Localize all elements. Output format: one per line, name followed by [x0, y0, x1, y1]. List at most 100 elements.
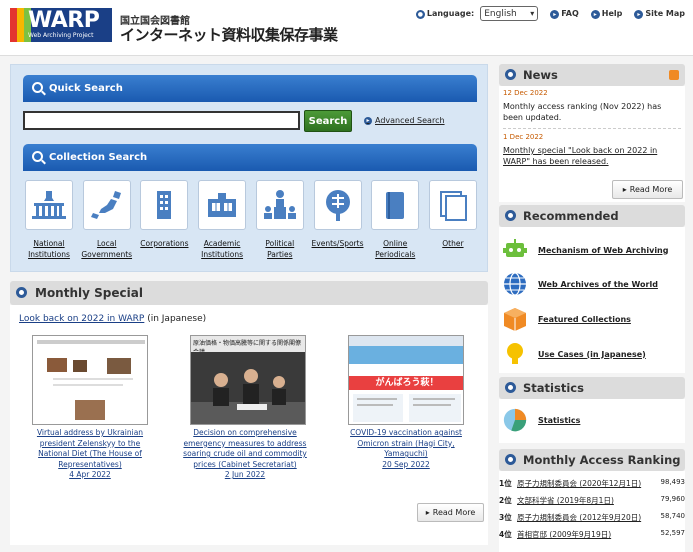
news-text: Monthly access ranking (Nov 2022) has be…	[503, 102, 662, 122]
recommended-item-world-archives[interactable]: Web Archives of the World	[502, 271, 658, 297]
collection-label[interactable]: Corporations	[140, 238, 188, 249]
quick-search-header: Quick Search	[23, 75, 477, 102]
thumbnail-heading: 原油価格・物価高騰等に関する関係閣僚会議	[191, 336, 305, 352]
special-thumbnail-2[interactable]: 原油価格・物価高騰等に関する関係閣僚会議	[190, 335, 306, 425]
quick-search-title: Quick Search	[49, 83, 123, 94]
japan-map-icon	[90, 191, 121, 219]
collection-tile[interactable]	[25, 180, 73, 230]
collection-label[interactable]: Events/Sports	[312, 238, 364, 249]
diet-address-screenshot	[33, 336, 147, 424]
recommended-body: Mechanism of Web Archiving Web Archives …	[499, 227, 685, 373]
triangle-right-icon: ▸	[622, 185, 627, 194]
ranking-row[interactable]: 3位 原子力規制委員会 (2012年9月20日) 58,740	[499, 512, 685, 524]
statistics-item[interactable]: Statistics	[502, 407, 580, 433]
ranking-title-link[interactable]: 首相官邸 (2009年9月19日)	[517, 529, 659, 541]
utility-nav: ● Language: English ▾ ▸ FAQ ▸ Help ▸ Site Ma…	[415, 6, 685, 21]
faq-link[interactable]: ▸ FAQ	[550, 9, 579, 19]
globe-small-icon: ●	[415, 9, 425, 19]
special-caption-2[interactable]: Decision on comprehensive emergency meas…	[180, 428, 310, 481]
recommended-item-mechanism[interactable]: Mechanism of Web Archiving	[502, 237, 668, 263]
collection-list: National Institutions Local Governments	[23, 180, 479, 260]
collection-local-governments[interactable]: Local Governments	[81, 180, 133, 260]
box-icon	[502, 306, 528, 332]
monthly-special-header: Monthly Special	[10, 281, 488, 305]
ranking-count: 58,740	[660, 512, 686, 520]
monthly-special-intro: Look back on 2022 in WARP (in Japanese)	[19, 314, 206, 324]
collection-events-sports[interactable]: Events/Sports	[312, 180, 364, 260]
collection-political-parties[interactable]: Political Parties	[254, 180, 306, 260]
search-button[interactable]: Search	[304, 110, 352, 132]
warp-logo[interactable]: WARP Web Archiving Project	[10, 8, 112, 42]
recommended-title: Recommended	[523, 209, 619, 223]
news-read-more-button[interactable]: ▸ Read More	[612, 180, 683, 199]
collection-label[interactable]: Online Periodicals	[369, 238, 421, 260]
globe-icon	[502, 271, 528, 297]
news-header: News	[499, 64, 685, 86]
section-bullet-icon	[505, 454, 516, 465]
collection-label[interactable]: National Institutions	[23, 238, 75, 260]
collection-label[interactable]: Political Parties	[254, 238, 306, 260]
collection-label[interactable]: Academic Institutions	[196, 238, 248, 260]
recommended-item-featured[interactable]: Featured Collections	[502, 306, 631, 332]
language-value: English	[484, 8, 517, 19]
monthly-special-read-more-button[interactable]: ▸ Read More	[417, 503, 484, 522]
recommended-label: Featured Collections	[538, 314, 631, 324]
logo-subtitle: Web Archiving Project	[28, 32, 94, 39]
caption-text: COVID-19 vaccination against Omicron str…	[350, 428, 462, 458]
special-caption-1[interactable]: Virtual address by Ukrainian president Z…	[25, 428, 155, 481]
ranking-title: Monthly Access Ranking	[523, 453, 681, 467]
collection-academic-institutions[interactable]: Academic Institutions	[196, 180, 248, 260]
collection-online-periodicals[interactable]: Online Periodicals	[369, 180, 421, 260]
caption-date: 20 Sep 2022	[382, 459, 430, 469]
politician-podium-icon	[263, 190, 296, 219]
search-input[interactable]	[23, 111, 300, 130]
collection-tile[interactable]	[140, 180, 189, 230]
arrow-right-icon: ▸	[590, 9, 600, 19]
statistics-body: Statistics	[499, 399, 685, 443]
ranking-count: 79,960	[660, 495, 686, 503]
sitemap-link[interactable]: ▸ Site Map	[634, 9, 685, 19]
collection-other[interactable]: Other	[427, 180, 479, 260]
collection-national-institutions[interactable]: National Institutions	[23, 180, 75, 260]
ranking-row[interactable]: 1位 原子力規制委員会 (2020年12月1日) 98,493	[499, 478, 685, 490]
ranking-row[interactable]: 2位 文部科学省 (2019年8月1日) 79,960	[499, 495, 685, 507]
collection-corporations[interactable]: Corporations	[138, 180, 190, 260]
language-select[interactable]: English ▾	[480, 6, 539, 21]
news-divider	[503, 128, 681, 129]
collection-label[interactable]: Local Governments	[81, 238, 133, 260]
office-building-icon	[157, 191, 172, 219]
language-group: ● Language:	[415, 9, 474, 19]
special-caption-3[interactable]: COVID-19 vaccination against Omicron str…	[341, 428, 471, 470]
collection-tile[interactable]	[82, 180, 131, 230]
monthly-special-title: Monthly Special	[35, 286, 143, 300]
help-link[interactable]: ▸ Help	[590, 8, 623, 19]
news-link[interactable]: Monthly special "Look back on 2022 in WA…	[503, 145, 681, 167]
collection-tile[interactable]	[313, 180, 362, 230]
collection-tile[interactable]	[371, 180, 420, 230]
recommended-label: Use Cases (in Japanese)	[538, 349, 646, 359]
search-icon	[32, 151, 43, 162]
rss-icon[interactable]	[669, 70, 679, 80]
help-label: Help	[601, 8, 623, 18]
collection-tile[interactable]	[198, 180, 247, 230]
ranking-title-link[interactable]: 原子力規制委員会 (2020年12月1日)	[517, 478, 659, 490]
documents-icon	[439, 191, 467, 221]
collection-tile[interactable]	[428, 180, 477, 230]
special-thumbnail-1[interactable]	[32, 335, 148, 425]
advanced-search-link[interactable]: ▸ Advanced Search	[364, 116, 445, 125]
special-thumbnail-3[interactable]: がんばろう萩！	[348, 335, 464, 425]
site-title[interactable]: インターネット資料収集保存事業	[120, 24, 338, 45]
recommended-label: Web Archives of the World	[538, 279, 658, 289]
section-bullet-icon	[505, 69, 516, 80]
collection-tile[interactable]	[255, 180, 304, 230]
recommended-item-use-cases[interactable]: Use Cases (in Japanese)	[502, 341, 646, 367]
collection-search-header: Collection Search	[23, 144, 477, 171]
robot-icon	[502, 237, 528, 263]
ranking-row[interactable]: 4位 首相官邸 (2009年9月19日) 52,597	[499, 529, 685, 541]
look-back-link[interactable]: Look back on 2022 in WARP	[19, 314, 144, 324]
collection-label[interactable]: Other	[442, 238, 463, 249]
news-item: 1 Dec 2022 Monthly special "Look back on…	[503, 133, 681, 167]
ranking-title-link[interactable]: 原子力規制委員会 (2012年9月20日)	[517, 512, 659, 524]
read-more-label: Read More	[432, 508, 476, 517]
ranking-title-link[interactable]: 文部科学省 (2019年8月1日)	[517, 495, 659, 507]
